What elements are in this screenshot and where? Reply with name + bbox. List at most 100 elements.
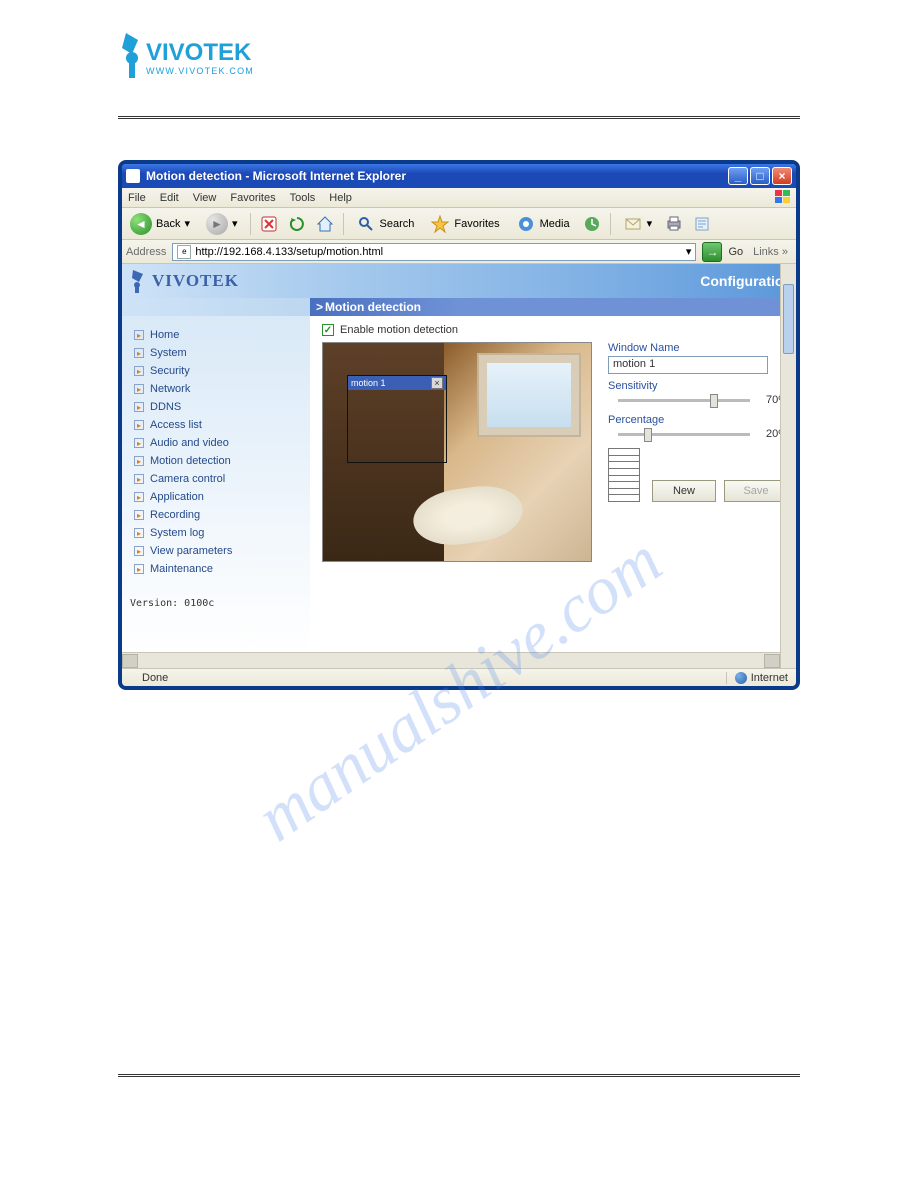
back-dropdown-icon[interactable]: ▾ xyxy=(184,217,190,230)
expand-icon: ▸ xyxy=(134,474,144,484)
media-button[interactable]: Media xyxy=(512,212,574,236)
page-icon: e xyxy=(177,245,191,259)
sidebar-item-audio-video[interactable]: ▸Audio and video xyxy=(128,434,304,452)
back-button[interactable]: ◄ Back ▾ xyxy=(126,211,194,237)
favorites-label: Favorites xyxy=(454,218,499,230)
motion-window-close-icon[interactable]: × xyxy=(431,377,443,389)
menu-view[interactable]: View xyxy=(193,192,217,204)
vertical-scrollbar[interactable] xyxy=(780,264,796,668)
status-text: Done xyxy=(142,672,168,684)
content-pane: ✓ Enable motion detection motion 1 × xyxy=(310,316,796,652)
stop-button[interactable] xyxy=(259,214,279,234)
sidebar: ▸Home ▸System ▸Security ▸Network ▸DDNS ▸… xyxy=(122,316,310,652)
window-titlebar: Motion detection - Microsoft Internet Ex… xyxy=(122,164,796,188)
forward-button[interactable]: ► ▾ xyxy=(202,211,242,237)
minimize-button[interactable]: _ xyxy=(728,167,748,185)
sidebar-item-access-list[interactable]: ▸Access list xyxy=(128,416,304,434)
scroll-left-button[interactable] xyxy=(122,654,138,668)
toolbar-separator xyxy=(610,213,611,235)
percentage-label: Percentage xyxy=(608,414,788,426)
sidebar-item-camera-control[interactable]: ▸Camera control xyxy=(128,470,304,488)
page-divider-top xyxy=(118,116,800,119)
search-label: Search xyxy=(380,218,415,230)
expand-icon: ▸ xyxy=(134,564,144,574)
address-label: Address xyxy=(126,246,166,258)
menu-help[interactable]: Help xyxy=(329,192,352,204)
security-zone-label: Internet xyxy=(751,672,788,684)
expand-icon: ▸ xyxy=(134,402,144,412)
sensitivity-slider[interactable] xyxy=(618,399,750,402)
toolbar-separator xyxy=(250,213,251,235)
maximize-button[interactable]: □ xyxy=(750,167,770,185)
favorites-button[interactable]: Favorites xyxy=(426,212,503,236)
expand-icon: ▸ xyxy=(134,546,144,556)
sidebar-item-view-parameters[interactable]: ▸View parameters xyxy=(128,542,304,560)
percentage-slider[interactable] xyxy=(618,433,750,436)
svg-text:VIVOTEK: VIVOTEK xyxy=(146,39,252,66)
browser-viewport: VIVOTEK Configuration Motion detection ▸… xyxy=(122,264,796,668)
forward-dropdown-icon[interactable]: ▾ xyxy=(232,217,238,230)
links-menu[interactable]: Links » xyxy=(749,246,792,258)
toolbar-separator xyxy=(343,213,344,235)
expand-icon: ▸ xyxy=(134,492,144,502)
mail-button[interactable]: ▾ xyxy=(619,212,657,236)
sidebar-item-ddns[interactable]: ▸DDNS xyxy=(128,398,304,416)
brand-subtext: WWW.VIVOTEK.COM xyxy=(146,66,254,76)
expand-icon: ▸ xyxy=(134,366,144,376)
camera-preview[interactable]: motion 1 × xyxy=(322,342,592,562)
percentage-slider-knob[interactable] xyxy=(644,428,652,442)
expand-icon: ▸ xyxy=(134,384,144,394)
expand-icon: ▸ xyxy=(134,438,144,448)
sidebar-item-home[interactable]: ▸Home xyxy=(128,326,304,344)
sidebar-item-recording[interactable]: ▸Recording xyxy=(128,506,304,524)
go-button[interactable]: → xyxy=(702,242,722,262)
search-button[interactable]: Search xyxy=(352,212,419,236)
status-bar: Done Internet xyxy=(122,668,796,686)
address-dropdown-icon[interactable]: ▾ xyxy=(686,245,692,258)
enable-motion-checkbox[interactable]: ✓ xyxy=(322,324,334,336)
print-button[interactable] xyxy=(664,214,684,234)
scroll-right-button[interactable] xyxy=(764,654,780,668)
new-button[interactable]: New xyxy=(652,480,716,502)
sidebar-header-spacer xyxy=(122,298,310,316)
sidebar-item-security[interactable]: ▸Security xyxy=(128,362,304,380)
edit-button[interactable] xyxy=(692,214,712,234)
window-name-input[interactable]: motion 1 xyxy=(608,356,768,374)
section-title: Motion detection xyxy=(310,298,796,316)
motion-controls: Window Name motion 1 Sensitivity 70% Per… xyxy=(608,342,788,502)
sidebar-item-system-log[interactable]: ▸System log xyxy=(128,524,304,542)
menu-bar: File Edit View Favorites Tools Help xyxy=(122,188,796,208)
scrollbar-thumb[interactable] xyxy=(783,284,794,354)
search-icon xyxy=(356,214,376,234)
window-title: Motion detection - Microsoft Internet Ex… xyxy=(146,169,726,183)
menu-tools[interactable]: Tools xyxy=(290,192,316,204)
motion-window[interactable]: motion 1 × xyxy=(347,375,447,463)
sidebar-item-network[interactable]: ▸Network xyxy=(128,380,304,398)
media-icon xyxy=(516,214,536,234)
sensitivity-slider-knob[interactable] xyxy=(710,394,718,408)
close-button[interactable]: × xyxy=(772,167,792,185)
page-divider-bottom xyxy=(118,1074,800,1077)
menu-favorites[interactable]: Favorites xyxy=(230,192,275,204)
history-button[interactable] xyxy=(582,214,602,234)
home-button[interactable] xyxy=(315,214,335,234)
ie-window: Motion detection - Microsoft Internet Ex… xyxy=(118,160,800,690)
sidebar-item-application[interactable]: ▸Application xyxy=(128,488,304,506)
expand-icon: ▸ xyxy=(134,528,144,538)
mail-dropdown-icon[interactable]: ▾ xyxy=(647,217,653,230)
save-button[interactable]: Save xyxy=(724,480,788,502)
enable-motion-label: Enable motion detection xyxy=(340,324,458,336)
expand-icon: ▸ xyxy=(134,348,144,358)
sidebar-item-motion-detection[interactable]: ▸Motion detection xyxy=(128,452,304,470)
toolbar: ◄ Back ▾ ► ▾ Search Favorites Media xyxy=(122,208,796,240)
menu-file[interactable]: File xyxy=(128,192,146,204)
sidebar-item-system[interactable]: ▸System xyxy=(128,344,304,362)
refresh-button[interactable] xyxy=(287,214,307,234)
media-label: Media xyxy=(540,218,570,230)
status-page-icon xyxy=(126,672,138,684)
sidebar-item-maintenance[interactable]: ▸Maintenance xyxy=(128,560,304,578)
menu-edit[interactable]: Edit xyxy=(160,192,179,204)
address-text: http://192.168.4.133/setup/motion.html xyxy=(195,246,682,258)
address-input[interactable]: e http://192.168.4.133/setup/motion.html… xyxy=(172,243,696,261)
horizontal-scrollbar[interactable] xyxy=(122,652,780,668)
